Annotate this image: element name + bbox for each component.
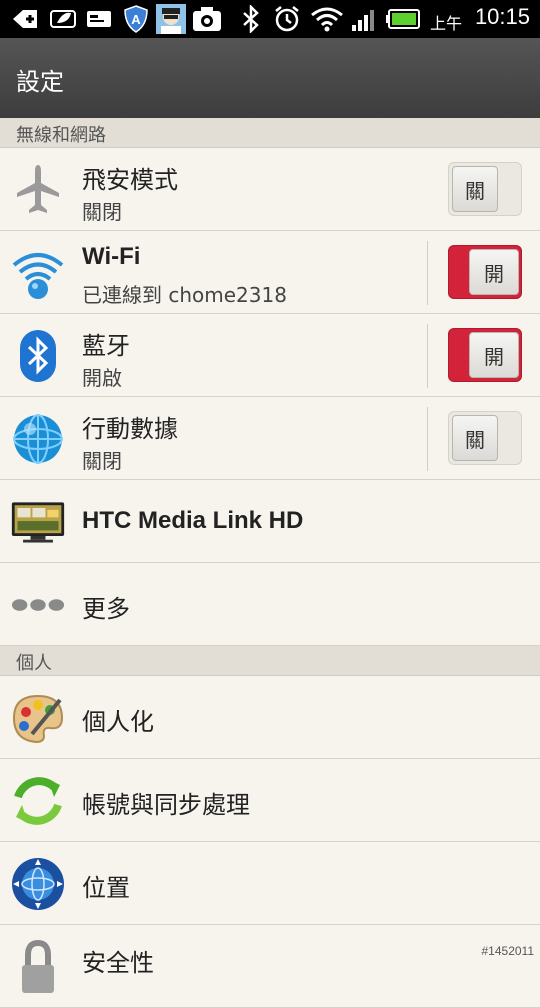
ampm-label: 上午: [429, 14, 462, 33]
watermark: #1452011: [481, 944, 535, 958]
wifi-toggle[interactable]: 開: [448, 245, 522, 299]
page-title: 設定: [16, 68, 64, 96]
title-bar: 設定: [0, 38, 540, 118]
row-label: 藍牙: [82, 332, 130, 360]
toggle-knob: 開: [469, 249, 519, 295]
alarm-icon: [272, 5, 302, 33]
settings-row-security[interactable]: 安全性: [0, 925, 540, 1008]
section-title: 無線和網路: [16, 125, 106, 146]
globe-icon: [10, 411, 66, 467]
section-title: 個人: [16, 653, 52, 674]
battery-icon: [386, 5, 422, 33]
row-status: 已連線到 chome2318: [82, 283, 287, 307]
shield-a-icon: A: [122, 5, 150, 33]
clock: 10:15: [474, 4, 530, 29]
settings-row-personalize[interactable]: 個人化: [0, 676, 540, 759]
wifi-icon: [310, 5, 344, 33]
tv-icon: [10, 494, 66, 550]
row-label: 位置: [82, 874, 130, 902]
back-plus-icon: [10, 5, 40, 33]
bluetooth-icon: [240, 5, 262, 33]
row-status: 開啟: [82, 366, 122, 390]
row-label: 行動數據: [82, 415, 178, 443]
signal-icon: [350, 5, 380, 33]
toggle-knob: 關: [452, 415, 498, 461]
palette-icon: [10, 690, 66, 746]
bluetooth-icon: [10, 328, 66, 384]
row-label: 更多: [82, 595, 130, 623]
svg-text:A: A: [131, 12, 141, 27]
row-label: 個人化: [82, 708, 154, 736]
leaf-icon: [48, 5, 78, 33]
settings-row-location[interactable]: 位置: [0, 842, 540, 925]
settings-row-airplane-mode[interactable]: 飛安模式 關閉 關: [0, 148, 540, 231]
status-bar: A 上午 10:15: [0, 0, 540, 38]
sync-icon: [10, 773, 66, 829]
camera-icon: [192, 5, 222, 33]
section-header-wireless: 無線和網路: [0, 118, 540, 148]
card-icon: [86, 5, 112, 33]
location-globe-icon: [10, 856, 66, 912]
airplane-mode-toggle[interactable]: 關: [448, 162, 522, 216]
bluetooth-toggle[interactable]: 開: [448, 328, 522, 382]
row-label: 帳號與同步處理: [82, 791, 250, 819]
row-label: Wi-Fi: [82, 243, 141, 270]
settings-row-wifi[interactable]: Wi-Fi 已連線到 chome2318 開: [0, 231, 540, 314]
row-status: 關閉: [82, 200, 122, 224]
more-dots-icon: [10, 577, 66, 633]
lock-icon: [10, 939, 66, 995]
settings-row-more[interactable]: 更多: [0, 563, 540, 646]
divider: [427, 324, 428, 388]
settings-row-accounts-sync[interactable]: 帳號與同步處理: [0, 759, 540, 842]
settings-row-bluetooth[interactable]: 藍牙 開啟 開: [0, 314, 540, 397]
row-label: HTC Media Link HD: [82, 507, 304, 534]
row-label: 安全性: [82, 949, 154, 977]
divider: [427, 241, 428, 305]
row-status: 關閉: [82, 449, 122, 473]
settings-row-mobile-data[interactable]: 行動數據 關閉 關: [0, 397, 540, 480]
wifi-icon: [10, 245, 66, 301]
avatar-icon: [156, 4, 186, 34]
section-header-personal: 個人: [0, 646, 540, 676]
settings-row-media-link[interactable]: HTC Media Link HD: [0, 480, 540, 563]
airplane-icon: [10, 162, 66, 218]
toggle-knob: 關: [452, 166, 498, 212]
toggle-knob: 開: [469, 332, 519, 378]
row-label: 飛安模式: [82, 166, 178, 194]
mobile-data-toggle[interactable]: 關: [448, 411, 522, 465]
divider: [427, 407, 428, 471]
